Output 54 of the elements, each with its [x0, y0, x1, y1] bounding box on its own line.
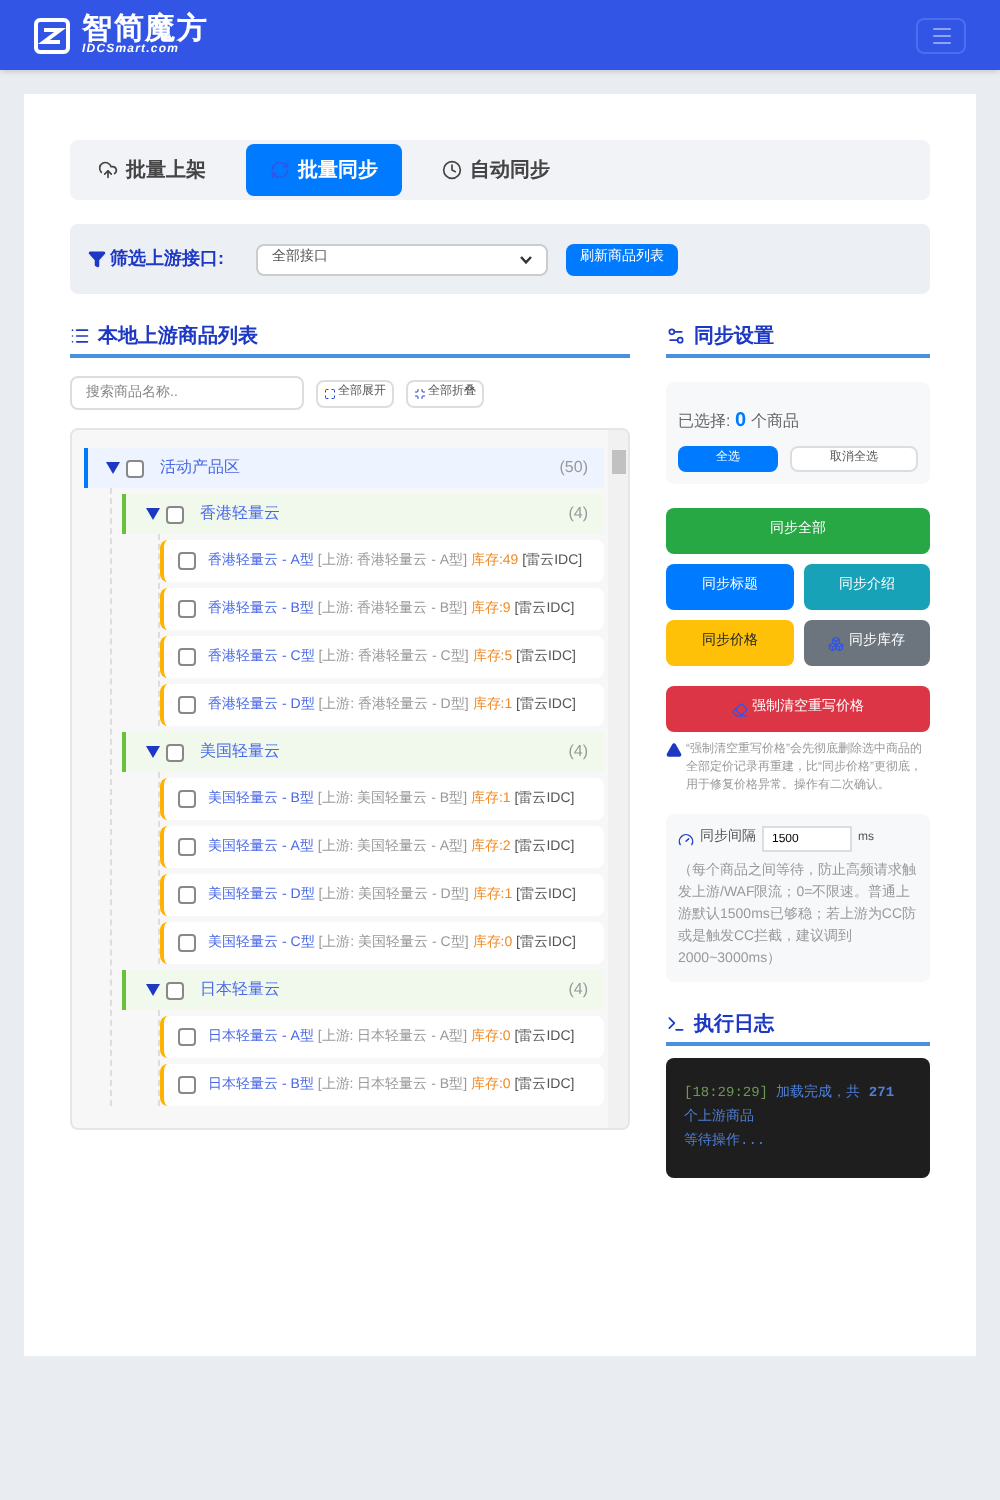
caret-icon[interactable] — [146, 984, 160, 996]
category-row[interactable]: 活动产品区 (50) — [84, 448, 604, 488]
tab[interactable]: 批量同步 — [246, 144, 402, 196]
group-name: 美国轻量云 — [200, 740, 280, 764]
checkbox[interactable] — [178, 696, 196, 714]
group-row[interactable]: 日本轻量云 (4) — [122, 970, 604, 1010]
group-count: (4) — [568, 740, 588, 764]
checkbox[interactable] — [166, 981, 184, 999]
terminal-icon — [666, 1014, 686, 1034]
logo-icon — [34, 17, 70, 53]
checkbox[interactable] — [126, 459, 144, 477]
sync-icon — [270, 160, 290, 180]
checkbox[interactable] — [178, 552, 196, 570]
tab[interactable]: 自动同步 — [418, 144, 574, 196]
chevron-icon — [520, 255, 532, 263]
boxes-icon — [828, 635, 845, 651]
checkbox[interactable] — [178, 1028, 196, 1046]
section-title: 执行日志 — [694, 1011, 774, 1039]
section-title: 同步设置 — [694, 323, 774, 351]
checkbox[interactable] — [178, 1076, 196, 1094]
logo-title: 智简魔方 — [82, 14, 208, 44]
checkbox[interactable] — [178, 648, 196, 666]
selected-count: 已选择: 0 个商品 — [678, 408, 801, 436]
group-count: (4) — [568, 502, 588, 526]
filter-icon — [88, 250, 106, 268]
checkbox[interactable] — [166, 743, 184, 761]
group-row[interactable]: 香港轻量云 (4) — [122, 494, 604, 534]
caret-icon[interactable] — [146, 746, 160, 758]
checkbox[interactable] — [178, 600, 196, 618]
group-count: (4) — [568, 978, 588, 1002]
group-row[interactable]: 美国轻量云 (4) — [122, 732, 604, 772]
clock-icon — [442, 160, 462, 180]
tab[interactable]: 批量上架 — [74, 144, 230, 196]
checkbox[interactable] — [178, 934, 196, 952]
checkbox[interactable] — [178, 790, 196, 808]
category-count: (50) — [559, 456, 588, 480]
checkbox[interactable] — [178, 838, 196, 856]
list-icon — [70, 326, 90, 346]
checkbox[interactable] — [166, 505, 184, 523]
group-name: 香港轻量云 — [200, 502, 280, 526]
group-name: 日本轻量云 — [200, 978, 280, 1002]
caret-icon[interactable] — [146, 508, 160, 520]
menu-icon — [929, 23, 953, 47]
collapse-icon — [414, 387, 426, 399]
filter-label: 筛选上游接口: — [88, 245, 240, 273]
caret-icon[interactable] — [106, 462, 120, 474]
eraser-icon — [732, 701, 748, 717]
checkbox[interactable] — [178, 886, 196, 904]
section-title: 本地上游商品列表 — [98, 322, 258, 351]
menu-button[interactable] — [916, 17, 966, 53]
gauge-icon — [678, 831, 694, 847]
cloud-upload-icon — [98, 160, 118, 180]
category-name: 活动产品区 — [160, 456, 240, 480]
warning-icon — [666, 742, 682, 758]
